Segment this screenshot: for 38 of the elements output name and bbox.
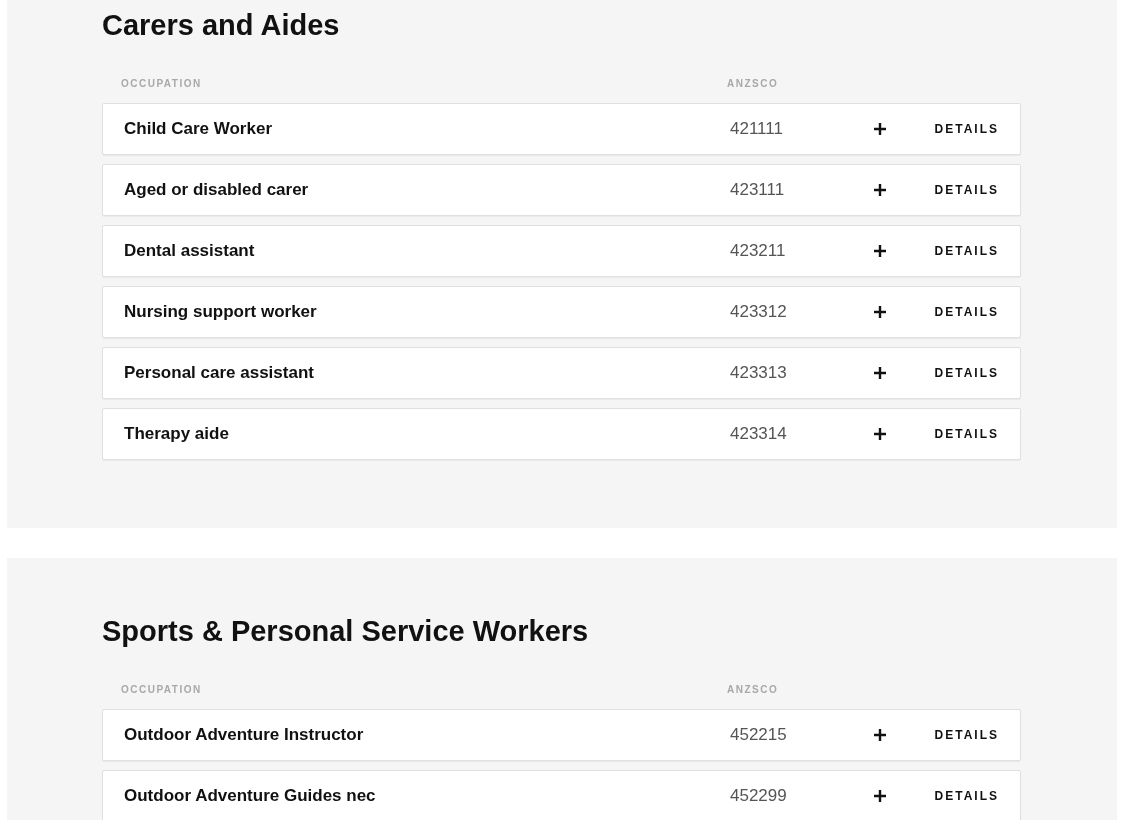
column-header: OCCUPATION [121,78,203,89]
anzsco-code: 423312 [730,302,788,322]
anzsco-code: 423211 [730,241,787,261]
plus-icon[interactable] [874,428,886,440]
anzsco-code: 423111 [730,180,786,200]
details-button[interactable]: DETAILS [934,366,999,380]
plus-icon[interactable] [874,245,886,257]
plus-icon[interactable] [874,790,886,802]
details-button[interactable]: DETAILS [934,244,999,258]
occupation-name: Aged or disabled carer [124,180,310,200]
occupation-name: Outdoor Adventure Instructor [124,725,365,745]
occupation-name: Outdoor Adventure Guides nec [124,786,377,806]
occupation-name: Dental assistant [124,241,256,261]
details-button[interactable]: DETAILS [934,728,999,742]
section-title: Sports & Personal Service Workers [102,614,590,648]
details-button[interactable]: DETAILS [934,427,999,441]
details-button[interactable]: DETAILS [934,122,999,136]
anzsco-code: 452299 [730,786,788,806]
column-header: ANZSCO [727,684,780,695]
details-button[interactable]: DETAILS [934,305,999,319]
column-header: OCCUPATION [121,684,203,695]
plus-icon[interactable] [874,367,886,379]
plus-icon[interactable] [874,123,886,135]
anzsco-code: 421111 [730,119,784,139]
occupation-name: Therapy aide [124,424,230,444]
occupation-name: Nursing support worker [124,302,318,322]
details-button[interactable]: DETAILS [934,789,999,803]
plus-icon[interactable] [874,729,886,741]
anzsco-code: 423314 [730,424,788,444]
section-title: Carers and Aides [102,8,341,42]
details-button[interactable]: DETAILS [934,183,999,197]
anzsco-code: 423313 [730,363,788,383]
column-header: ANZSCO [727,78,780,89]
occupation-name: Child Care Worker [124,119,273,139]
occupation-name: Personal care assistant [124,363,315,383]
plus-icon[interactable] [874,184,886,196]
plus-icon[interactable] [874,306,886,318]
anzsco-code: 452215 [730,725,788,745]
